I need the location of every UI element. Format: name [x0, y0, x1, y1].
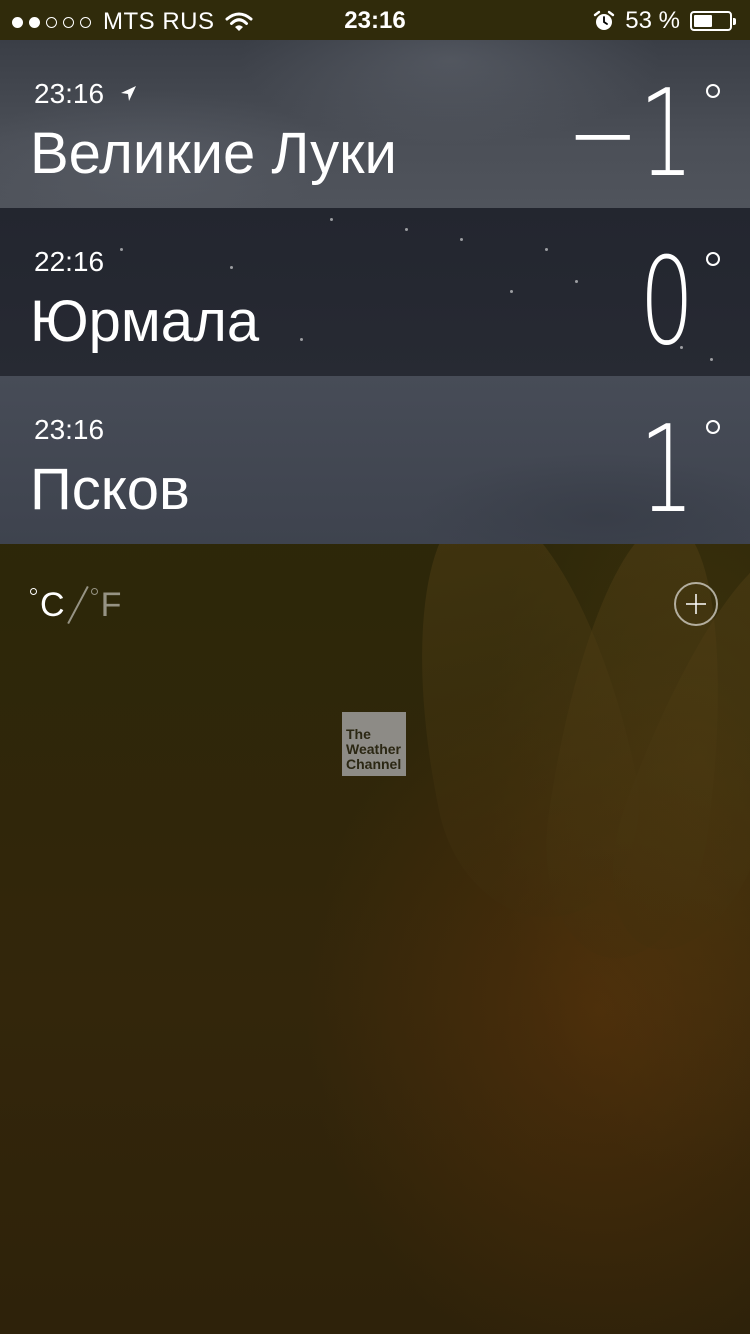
battery-percent: 53 % — [625, 7, 680, 34]
logo-line: The — [346, 726, 371, 742]
city-temperature: 0 — [639, 233, 694, 372]
background-star — [300, 338, 303, 341]
unit-separator — [66, 585, 89, 625]
location-arrow-icon — [121, 86, 137, 101]
city-temperature: 1 — [639, 401, 694, 540]
degree-symbol — [706, 420, 720, 434]
city-temperature: −1 — [566, 65, 694, 204]
unit-celsius-label: C — [40, 585, 65, 624]
background-star — [575, 280, 578, 283]
unit-fahrenheit-label: F — [100, 585, 122, 624]
battery-nub — [733, 18, 736, 25]
add-city-button[interactable] — [674, 582, 718, 626]
unit-toggle[interactable]: C F — [30, 584, 121, 626]
city-row-velikie-luki[interactable]: 23:16 Великие Луки −1 — [0, 40, 750, 208]
alarm-icon — [594, 10, 615, 30]
degree-symbol — [90, 587, 98, 595]
status-bar: MTS RUS 23:16 53 % — [0, 0, 750, 40]
weather-city-list-screen: MTS RUS 23:16 53 % 23:16 Великие Луки −1… — [0, 0, 750, 1334]
background-star — [230, 266, 233, 269]
status-right: 53 % — [593, 7, 736, 35]
city-local-time: 23:16 — [34, 414, 105, 445]
weather-channel-logo[interactable]: The Weather Channel — [342, 712, 406, 776]
logo-line: Channel — [346, 756, 402, 772]
background-star — [330, 218, 333, 221]
degree-symbol — [706, 84, 720, 98]
city-local-time: 23:16 — [34, 78, 105, 109]
city-name: Великие Луки — [30, 121, 397, 186]
city-name: Юрмала — [30, 289, 260, 354]
city-local-time: 22:16 — [34, 246, 105, 277]
unit-celsius[interactable]: C — [30, 586, 65, 625]
city-local-time-row: 23:16 — [34, 78, 138, 110]
background-star — [405, 228, 408, 231]
city-row-pskov[interactable]: 23:16 Псков 1 — [0, 376, 750, 544]
battery-icon — [690, 11, 736, 31]
background-star — [460, 238, 463, 241]
unit-fahrenheit[interactable]: F — [90, 585, 122, 625]
degree-symbol — [706, 252, 720, 266]
city-local-time-row: 23:16 — [34, 414, 104, 446]
city-row-jurmala[interactable]: 22:16 Юрмала 0 — [0, 208, 750, 376]
background-star — [510, 290, 513, 293]
city-name: Псков — [30, 457, 190, 522]
background-star — [545, 248, 548, 251]
city-local-time-row: 22:16 — [34, 246, 104, 278]
plus-circle-icon — [695, 594, 697, 614]
logo-line: Weather — [346, 741, 401, 757]
degree-symbol — [30, 587, 37, 595]
background-star — [120, 248, 123, 251]
background-star — [710, 358, 713, 361]
battery-fill — [694, 15, 713, 27]
